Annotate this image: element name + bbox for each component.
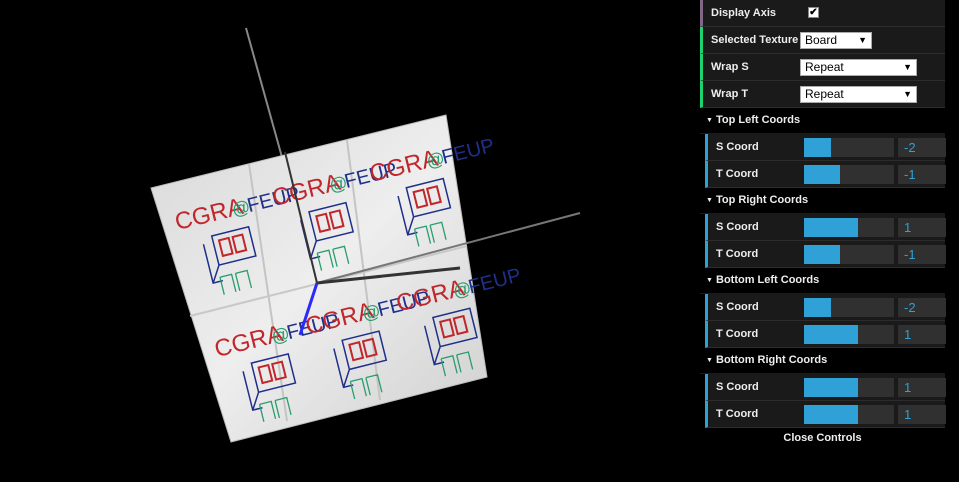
s-coord-slider[interactable] xyxy=(804,218,894,237)
slider-fill xyxy=(804,218,858,237)
t-coord-input[interactable]: -1 xyxy=(898,165,946,184)
slider-fill xyxy=(804,138,831,157)
dropdown-arrow-icon: ▼ xyxy=(903,89,912,99)
wrap-t-row: Wrap T Repeat ▼ xyxy=(700,81,945,108)
slider-fill xyxy=(804,378,858,397)
wrap-s-row: Wrap S Repeat ▼ xyxy=(700,54,945,81)
selected-texture-label: Selected Texture xyxy=(711,34,799,46)
s-coord-label: S Coord xyxy=(716,301,759,313)
t-coord-input[interactable]: 1 xyxy=(898,325,946,344)
slider-fill xyxy=(804,245,840,264)
folder-title-label: Bottom Right Coords xyxy=(716,354,828,366)
triangle-down-icon: ▼ xyxy=(706,357,713,364)
slider-fill xyxy=(804,298,831,317)
s-coord-row: S Coord 1 xyxy=(705,374,946,401)
folder-title-label: Bottom Left Coords xyxy=(716,274,820,286)
t-coord-slider[interactable] xyxy=(804,245,894,264)
t-coord-slider[interactable] xyxy=(804,165,894,184)
t-coord-slider[interactable] xyxy=(804,325,894,344)
selected-texture-select[interactable]: Board ▼ xyxy=(800,32,872,49)
slider-fill xyxy=(804,165,840,184)
triangle-down-icon: ▼ xyxy=(706,277,713,284)
s-coord-input[interactable]: -2 xyxy=(898,138,946,157)
t-coord-label: T Coord xyxy=(716,328,759,340)
display-axis-row[interactable]: Display Axis ✔ xyxy=(700,0,945,27)
s-coord-input[interactable]: 1 xyxy=(898,378,946,397)
wrap-s-value: Repeat xyxy=(805,60,844,74)
folder-title[interactable]: ▼ Top Right Coords xyxy=(700,188,945,214)
s-coord-slider[interactable] xyxy=(804,378,894,397)
wrap-s-select[interactable]: Repeat ▼ xyxy=(800,59,917,76)
t-coord-label: T Coord xyxy=(716,408,759,420)
folder-title-label: Top Left Coords xyxy=(716,114,801,126)
folder-title[interactable]: ▼ Top Left Coords xyxy=(700,108,945,134)
s-coord-label: S Coord xyxy=(716,141,759,153)
folder-top-left-coords: ▼ Top Left Coords S Coord -2 T Coord -1 xyxy=(700,108,946,188)
t-coord-input[interactable]: 1 xyxy=(898,405,946,424)
s-coord-row: S Coord -2 xyxy=(705,134,946,161)
slider-fill xyxy=(804,405,858,424)
display-axis-checkbox[interactable]: ✔ xyxy=(808,7,819,18)
display-axis-label: Display Axis xyxy=(711,7,777,19)
t-coord-label: T Coord xyxy=(716,168,759,180)
t-coord-input[interactable]: -1 xyxy=(898,245,946,264)
folder-title[interactable]: ▼ Bottom Right Coords xyxy=(700,348,945,374)
s-coord-label: S Coord xyxy=(716,221,759,233)
wrap-t-label: Wrap T xyxy=(711,88,749,100)
s-coord-label: S Coord xyxy=(716,381,759,393)
wrap-t-select[interactable]: Repeat ▼ xyxy=(800,86,917,103)
t-coord-label: T Coord xyxy=(716,248,759,260)
3d-viewport[interactable]: CGRA @ FEUP CGRA @ FEUP CGRA @ FEUP CGRA @ FEUP CGRA… xyxy=(0,0,700,482)
t-coord-row: T Coord 1 xyxy=(705,321,946,348)
dropdown-arrow-icon: ▼ xyxy=(903,62,912,72)
t-coord-slider[interactable] xyxy=(804,405,894,424)
tile-text-feup: FEUP xyxy=(466,264,523,298)
folder-top-right-coords: ▼ Top Right Coords S Coord 1 T Coord -1 xyxy=(700,188,946,268)
s-coord-slider[interactable] xyxy=(804,138,894,157)
wrap-t-value: Repeat xyxy=(805,87,844,101)
s-coord-input[interactable]: 1 xyxy=(898,218,946,237)
t-coord-row: T Coord -1 xyxy=(705,161,946,188)
dropdown-arrow-icon: ▼ xyxy=(858,35,867,45)
s-coord-row: S Coord -2 xyxy=(705,294,946,321)
triangle-down-icon: ▼ xyxy=(706,197,713,204)
selected-texture-value: Board xyxy=(805,33,838,47)
t-coord-row: T Coord 1 xyxy=(705,401,946,428)
close-controls-button[interactable]: Close Controls xyxy=(700,428,945,448)
wrap-s-label: Wrap S xyxy=(711,61,749,73)
s-coord-input[interactable]: -2 xyxy=(898,298,946,317)
s-coord-slider[interactable] xyxy=(804,298,894,317)
t-coord-row: T Coord -1 xyxy=(705,241,946,268)
folder-title-label: Top Right Coords xyxy=(716,194,809,206)
folder-title[interactable]: ▼ Bottom Left Coords xyxy=(700,268,945,294)
s-coord-row: S Coord 1 xyxy=(705,214,946,241)
folder-bottom-left-coords: ▼ Bottom Left Coords S Coord -2 T Coord … xyxy=(700,268,946,348)
selected-texture-row: Selected Texture Board ▼ xyxy=(700,27,945,54)
folder-bottom-right-coords: ▼ Bottom Right Coords S Coord 1 T Coord … xyxy=(700,348,946,428)
scene-canvas: CGRA@FEUPCGRA@FEUPCGRA@FEUPCGRA@FEUPCGRA… xyxy=(150,27,581,443)
triangle-down-icon: ▼ xyxy=(706,117,713,124)
slider-fill xyxy=(804,325,858,344)
controls-panel: Display Axis ✔ Selected Texture Board ▼ … xyxy=(700,0,946,482)
